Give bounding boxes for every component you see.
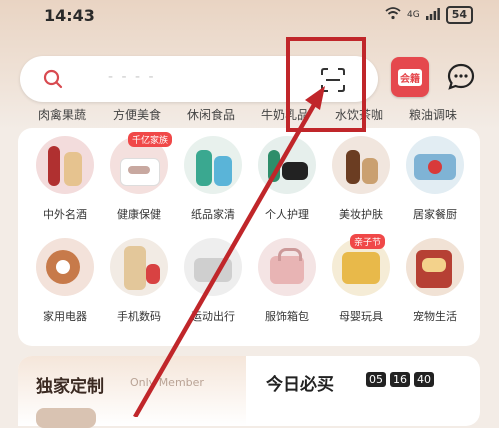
category-item[interactable]: 中外名酒 <box>32 128 98 232</box>
category-image <box>258 238 316 296</box>
category-label: 个人护理 <box>265 208 309 221</box>
category-badge: 千亿家族 <box>128 132 173 147</box>
category-item[interactable]: 宠物生活 <box>402 230 468 334</box>
network-type: 4G <box>406 10 420 20</box>
membership-button[interactable]: 会籍 <box>391 57 429 97</box>
category-image <box>258 136 316 194</box>
search-input[interactable]: - - - - <box>108 69 156 85</box>
category-label: 宠物生活 <box>413 310 457 323</box>
category-image <box>184 136 242 194</box>
category-item[interactable]: 纸品家清 <box>180 128 246 232</box>
tab-item[interactable]: 肉禽果蔬 <box>38 106 86 123</box>
category-label: 纸品家清 <box>191 208 235 221</box>
timer-minutes: 16 <box>390 372 410 387</box>
highlight-box <box>286 37 366 132</box>
tab-item[interactable]: 粮油调味 <box>409 106 457 123</box>
category-label: 服饰箱包 <box>265 310 309 323</box>
category-badge: 亲子节 <box>350 234 386 249</box>
exclusive-subtitle: Only Member <box>130 376 204 389</box>
search-icon <box>43 69 63 89</box>
category-item[interactable]: 个人护理 <box>254 128 320 232</box>
category-item[interactable]: 运动出行 <box>180 230 246 334</box>
category-label: 手机数码 <box>117 310 161 323</box>
category-item[interactable]: 千亿家族 健康保健 <box>106 128 173 232</box>
status-time: 14:43 <box>44 6 95 25</box>
category-image <box>36 238 94 296</box>
wifi-icon <box>385 7 401 23</box>
exclusive-panel[interactable]: 独家定制 Only Member <box>18 356 246 428</box>
countdown-timer: 05 16 40 <box>366 372 434 387</box>
category-item[interactable]: 亲子节 母婴玩具 <box>328 230 394 334</box>
message-icon[interactable] <box>446 62 476 92</box>
category-image <box>406 136 464 194</box>
status-bar: 14:43 4G 54 <box>0 0 499 34</box>
today-title[interactable]: 今日必买 <box>266 370 334 395</box>
category-label: 健康保健 <box>117 208 161 221</box>
exclusive-title: 独家定制 <box>36 377 104 397</box>
category-item[interactable]: 美妆护肤 <box>328 128 394 232</box>
status-icons: 4G 54 <box>385 6 473 24</box>
category-image <box>36 136 94 194</box>
category-tabs: 肉禽果蔬 方便美食 休闲食品 牛奶乳品 水饮茶咖 粮油调味 <box>0 106 499 128</box>
category-label: 中外名酒 <box>43 208 87 221</box>
category-label: 母婴玩具 <box>339 310 383 323</box>
timer-hours: 05 <box>366 372 386 387</box>
category-label: 美妆护肤 <box>339 208 383 221</box>
category-label: 运动出行 <box>191 310 235 323</box>
category-grid: 中外名酒 千亿家族 健康保健 纸品家清 个人护理 美妆护肤 居家餐厨 家用电器 … <box>18 128 480 346</box>
category-item[interactable]: 家用电器 <box>32 230 98 334</box>
category-item[interactable]: 手机数码 <box>106 230 172 334</box>
product-thumbnail <box>36 408 96 428</box>
battery-indicator: 54 <box>445 6 473 24</box>
tab-item[interactable]: 方便美食 <box>113 106 161 123</box>
category-item[interactable]: 服饰箱包 <box>254 230 320 334</box>
category-image <box>110 238 168 296</box>
category-label: 家用电器 <box>43 310 87 323</box>
membership-label: 会籍 <box>398 68 422 86</box>
tab-item[interactable]: 休闲食品 <box>187 106 235 123</box>
promo-section: 独家定制 Only Member 今日必买 05 16 40 <box>18 356 480 428</box>
signal-icon <box>425 7 440 23</box>
category-image <box>184 238 242 296</box>
category-image <box>406 238 464 296</box>
category-label: 居家餐厨 <box>413 208 457 221</box>
category-item[interactable]: 居家餐厨 <box>402 128 468 232</box>
timer-seconds: 40 <box>414 372 434 387</box>
category-image <box>332 136 390 194</box>
